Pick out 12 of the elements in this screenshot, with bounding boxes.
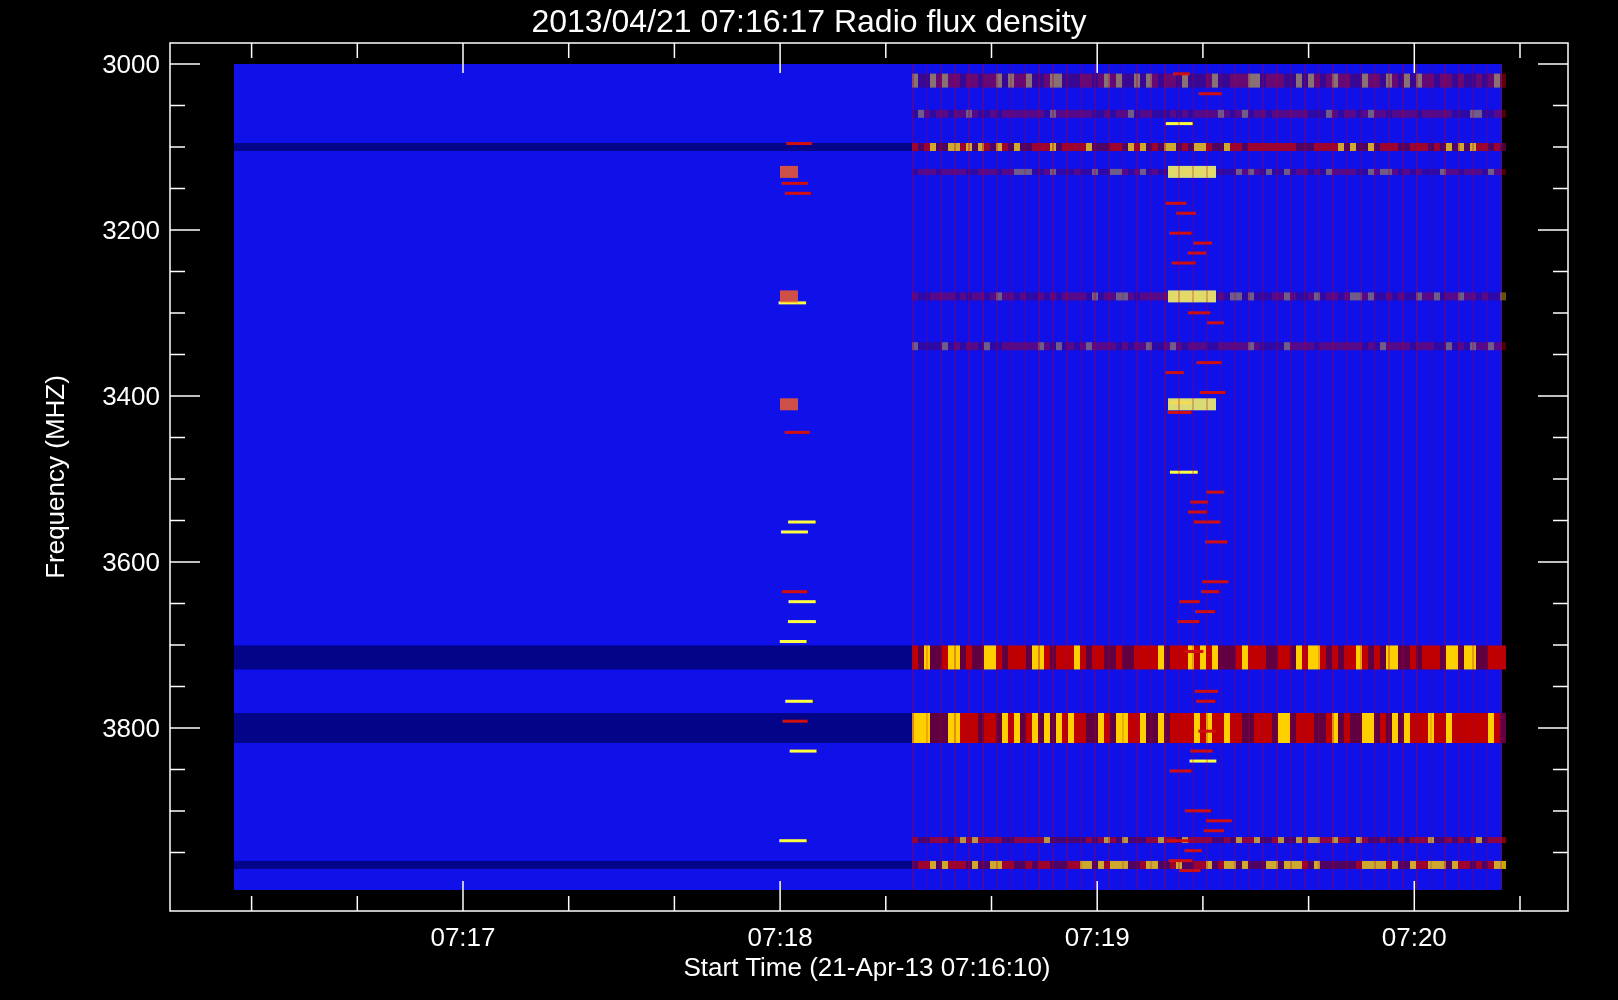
y-tick-label: 3800 (102, 713, 160, 743)
y-tick-label: 3000 (102, 49, 160, 79)
y-tick-label: 3200 (102, 215, 160, 245)
y-axis-label: Frequency (MHZ) (40, 375, 70, 579)
x-tick-label: 07:17 (430, 922, 496, 952)
x-axis-label: Start Time (21-Apr-13 07:16:10) (683, 952, 1051, 982)
y-tick-label: 3400 (102, 381, 160, 411)
x-tick-label: 07:18 (747, 922, 813, 952)
chart-title: 2013/04/21 07:16:17 Radio flux density (531, 3, 1087, 39)
x-tick-label: 07:20 (1381, 922, 1447, 952)
y-tick-label: 3600 (102, 547, 160, 577)
x-tick-label: 07:19 (1064, 922, 1130, 952)
